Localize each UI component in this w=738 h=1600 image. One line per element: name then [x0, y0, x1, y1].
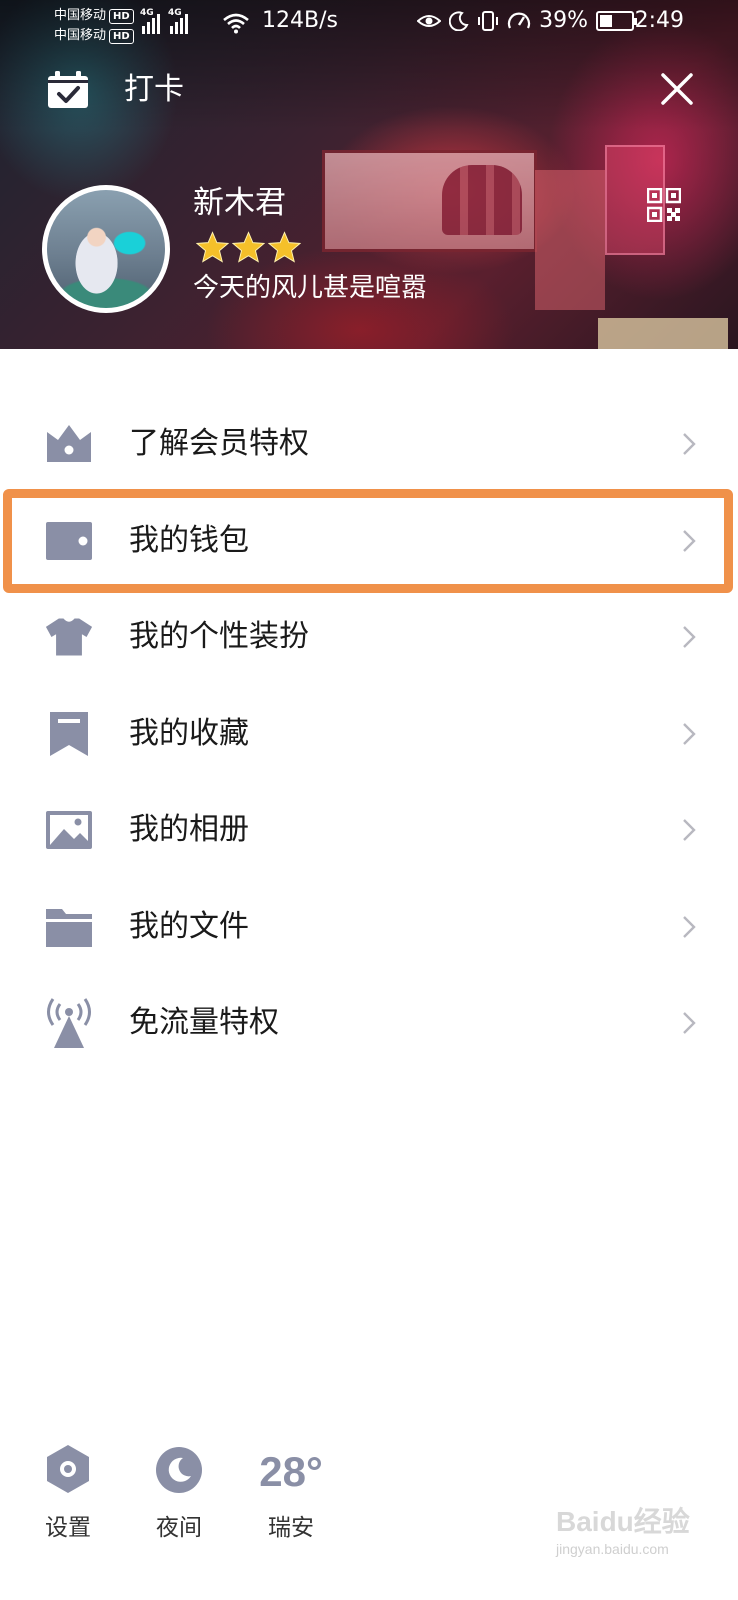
settings-label: 设置	[45, 1515, 91, 1541]
status-bar: 中国移动 HD 中国移动 HD 4G 4G 124B/s 39% 2:49	[0, 0, 738, 48]
signal-icon: 4G	[140, 8, 160, 34]
avatar[interactable]	[42, 185, 170, 313]
star-icon	[232, 231, 265, 263]
carrier-info: 中国移动 HD 中国移动 HD	[54, 6, 134, 46]
battery-icon	[596, 10, 637, 31]
menu-item-vip[interactable]: 了解会员特权	[0, 396, 738, 493]
menu-item-label: 我的收藏	[129, 715, 249, 751]
signal-tower-icon	[45, 998, 93, 1049]
chevron-right-icon	[683, 819, 696, 842]
wifi-icon	[223, 13, 249, 34]
bookmark-icon	[45, 710, 93, 758]
star-icon	[268, 231, 301, 263]
baidu-watermark: Baidu经验	[556, 1506, 690, 1537]
network-speed: 124B/s	[262, 8, 338, 33]
menu-item-label: 免流量特权	[129, 1005, 279, 1041]
menu-item-files[interactable]: 我的文件	[0, 879, 738, 976]
menu-item-label: 我的个性装扮	[129, 619, 309, 655]
chevron-right-icon	[683, 626, 696, 649]
menu-item-label: 了解会员特权	[129, 426, 309, 462]
background-photo-neon	[535, 170, 605, 310]
profile-header: 中国移动 HD 中国移动 HD 4G 4G 124B/s 39% 2:49 打卡…	[0, 0, 738, 349]
photo-album-icon	[45, 806, 93, 854]
night-label: 夜间	[156, 1515, 202, 1541]
carrier-name-1: 中国移动	[54, 8, 107, 23]
qr-code-icon[interactable]	[647, 188, 681, 222]
menu-item-personalize[interactable]: 我的个性装扮	[0, 589, 738, 686]
menu-item-free-data[interactable]: 免流量特权	[0, 975, 738, 1072]
chevron-right-icon	[683, 1012, 696, 1035]
chevron-right-icon	[683, 433, 696, 456]
hd-badge: HD	[109, 8, 134, 24]
speed-gauge-icon	[508, 12, 531, 28]
carrier-name-2: 中国移动	[54, 28, 107, 43]
close-icon[interactable]	[660, 72, 694, 106]
status-icons: 39%	[417, 8, 637, 33]
signal-strength: 4G 4G	[140, 8, 188, 34]
star-icon	[196, 231, 229, 263]
night-moon-icon	[156, 1447, 202, 1493]
hd-badge: HD	[109, 28, 134, 44]
signature[interactable]: 今天的风儿甚是喧嚣	[193, 271, 427, 305]
weather-temperature: 28°	[259, 1448, 323, 1495]
wallet-icon	[45, 517, 93, 565]
settings-hexagon-icon	[47, 1445, 89, 1493]
vip-crown-icon	[45, 420, 93, 468]
folder-icon	[45, 903, 93, 951]
vibrate-icon	[478, 10, 499, 31]
calendar-check-icon[interactable]	[46, 70, 90, 110]
weather-city: 瑞安	[268, 1515, 314, 1541]
menu-item-favorites[interactable]: 我的收藏	[0, 686, 738, 783]
menu-item-album[interactable]: 我的相册	[0, 782, 738, 879]
chevron-right-icon	[683, 722, 696, 745]
background-photo-shopfront	[598, 318, 728, 349]
chevron-right-icon	[683, 915, 696, 938]
menu-item-label: 我的文件	[129, 908, 249, 944]
baidu-watermark-url: jingyan.baidu.com	[556, 1541, 669, 1557]
nickname[interactable]: 新木君	[193, 183, 286, 223]
drawer-menu: 了解会员特权 我的钱包 我的个性装扮 我的收藏 我的相册 我的文件 免流量特权	[0, 396, 738, 1072]
eye-comfort-icon	[417, 14, 442, 27]
background-photo-sign	[322, 150, 537, 252]
clock: 2:49	[634, 8, 684, 33]
menu-item-label: 我的钱包	[129, 522, 249, 558]
menu-item-wallet[interactable]: 我的钱包	[0, 493, 738, 590]
do-not-disturb-moon-icon	[449, 10, 469, 31]
battery-percent: 39%	[539, 8, 588, 33]
battery-level	[600, 14, 612, 27]
tshirt-icon	[45, 613, 93, 661]
menu-item-label: 我的相册	[129, 812, 249, 848]
signal-icon: 4G	[168, 8, 188, 34]
chevron-right-icon	[683, 529, 696, 552]
checkin-label[interactable]: 打卡	[124, 70, 184, 110]
level-stars[interactable]	[196, 231, 301, 263]
